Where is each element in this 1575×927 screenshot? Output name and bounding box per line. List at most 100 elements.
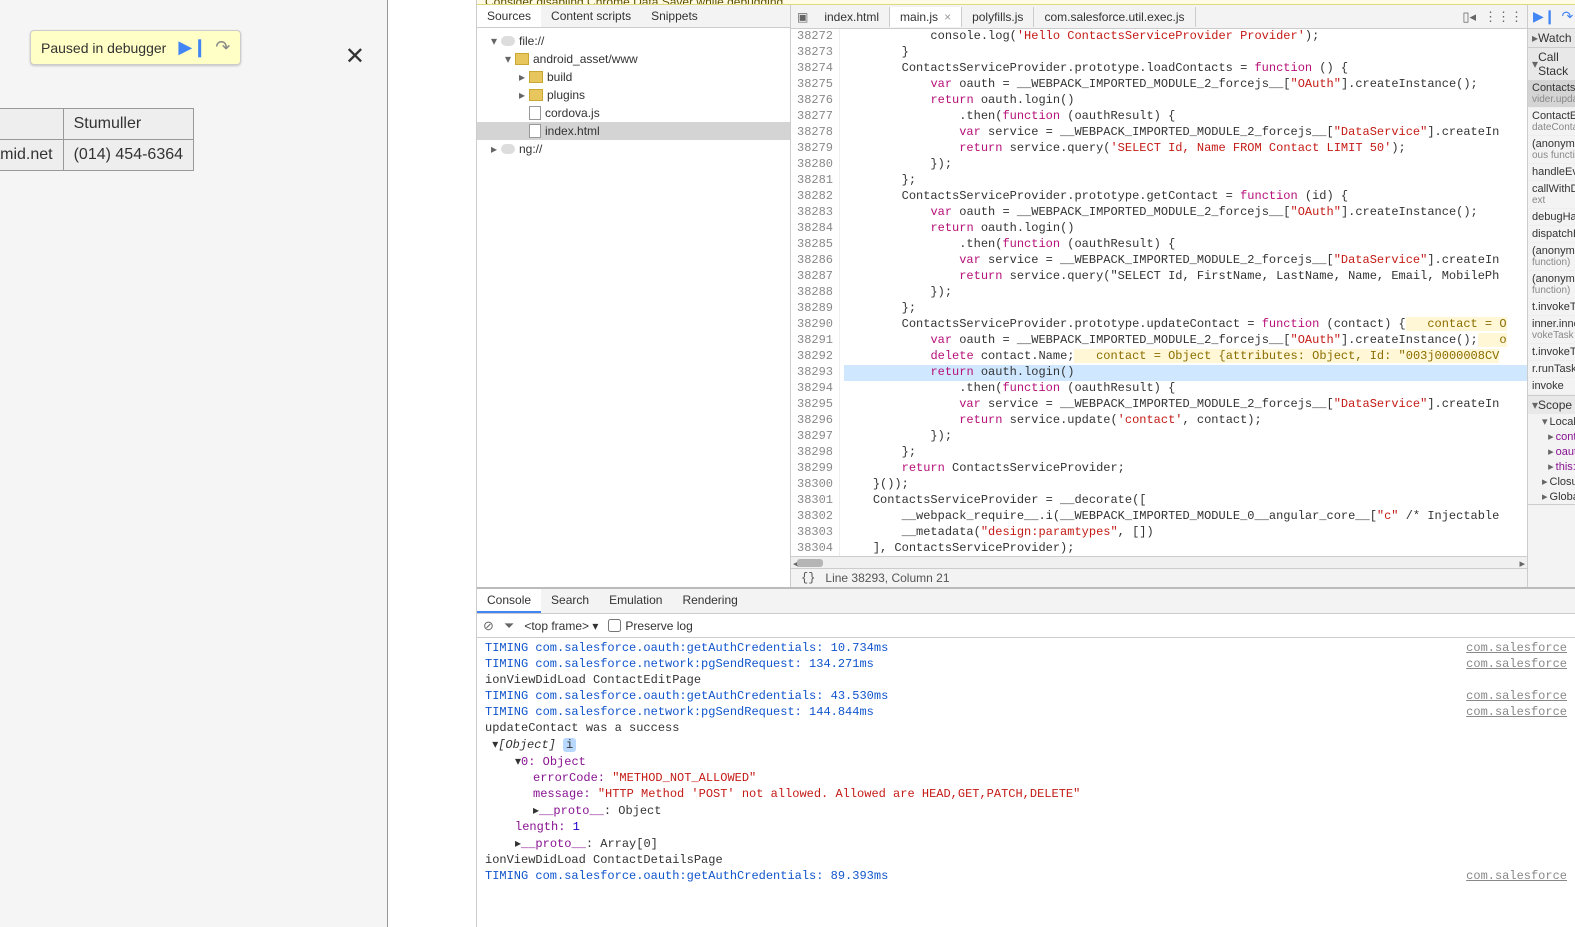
console-line: updateContact was a success [485, 721, 1567, 735]
stack-frame[interactable]: debugHandleEvent [1528, 209, 1575, 226]
file-tab[interactable]: polyfills.js [962, 7, 1034, 27]
source-link[interactable]: com.salesforce [1466, 657, 1567, 671]
callstack-list: ContactsServiceProvidervider.updateConta… [1528, 80, 1575, 395]
file-tab[interactable]: main.js× [890, 7, 962, 27]
console-object-prop[interactable]: ▸__proto__: Object [485, 803, 1567, 818]
console-object-prop: length: 1 [485, 820, 1567, 834]
console-line: TIMING com.salesforce.oauth:getAuthCrede… [485, 689, 1454, 703]
stack-frame[interactable]: (anonymousfunction) [1528, 271, 1575, 299]
console-output[interactable]: TIMING com.salesforce.oauth:getAuthCrede… [477, 638, 1575, 927]
console-object-prop[interactable]: ▸__proto__: Array[0] [485, 836, 1567, 851]
resume-button[interactable]: ▶❙ [178, 37, 207, 58]
console-object-prop: message: "HTTP Method 'POST' not allowed… [485, 787, 1567, 801]
stack-frame[interactable]: dispatchEvent [1528, 226, 1575, 243]
stack-frame[interactable]: (anonymousfunction) [1528, 243, 1575, 271]
source-link[interactable]: com.salesforce [1466, 705, 1567, 719]
tab-snippets[interactable]: Snippets [641, 5, 708, 27]
watch-header[interactable]: ▸Watch [1528, 29, 1575, 47]
scroll-thumb[interactable] [797, 559, 823, 567]
table-row: pyramid.net (014) 454-6364 [0, 140, 194, 171]
stack-frame[interactable]: ContactEditPagedateContact [1528, 108, 1575, 136]
stack-frame[interactable]: ContactsServiceProvidervider.updateConta… [1528, 80, 1575, 108]
stack-frame[interactable]: t.invokeTask [1528, 344, 1575, 361]
tree-item[interactable]: ▾android_asset/www [477, 50, 790, 68]
tab-sources[interactable]: Sources [477, 5, 541, 27]
tree-item[interactable]: cordova.js [477, 104, 790, 122]
gap [388, 0, 476, 927]
tree-item[interactable]: ▸ng:// [477, 140, 790, 158]
console-line: TIMING com.salesforce.network:pgSendRequ… [485, 657, 1454, 671]
file-tabs: ▣ index.html main.js× polyfills.js com.s… [791, 5, 1527, 29]
resume-icon[interactable]: ▶❙ [1533, 8, 1556, 25]
bottom-tabs: Console Search Emulation Rendering [477, 589, 1575, 614]
frame-select[interactable]: <top frame> ▾ [524, 619, 598, 633]
scope-header[interactable]: ▾Scope [1528, 396, 1575, 414]
callstack-header[interactable]: ▾Call Stack [1528, 48, 1575, 80]
stack-frame[interactable]: r.runTask [1528, 361, 1575, 378]
debugger-toolbar: ▶❙ ↷ [1528, 5, 1575, 29]
console-toolbar: ⊘ ⏷ <top frame> ▾ Preserve log [477, 614, 1575, 638]
nav-files-icon[interactable]: ▣ [791, 10, 814, 24]
toggle-sidebar-icon[interactable]: ▯◂ [1462, 9, 1476, 25]
tab-console[interactable]: Console [477, 589, 541, 613]
console-line: TIMING com.salesforce.oauth:getAuthCrede… [485, 869, 1454, 883]
cell [0, 109, 63, 140]
stack-frame[interactable]: inner.inner.fork.invokeTask [1528, 316, 1575, 344]
scope-var[interactable]: ▸contact [1528, 429, 1575, 444]
cell: pyramid.net [0, 140, 63, 171]
filter-icon[interactable]: ⏷ [504, 618, 514, 634]
cloud-icon [501, 144, 515, 154]
editor-pane: ▣ index.html main.js× polyfills.js com.s… [791, 5, 1527, 587]
code-editor[interactable]: 3827238273382743827538276382773827838279… [791, 29, 1527, 556]
stack-frame[interactable]: (anonymousous function) [1528, 136, 1575, 164]
close-icon[interactable]: ✕ [345, 42, 365, 71]
tree-item[interactable]: ▸plugins [477, 86, 790, 104]
code-body[interactable]: console.log('Hello ContactsServiceProvid… [840, 29, 1527, 556]
folder-icon [529, 71, 543, 83]
tab-content-scripts[interactable]: Content scripts [541, 5, 641, 27]
scope-var[interactable]: ▸oauth [1528, 444, 1575, 459]
stack-frame[interactable]: invoke [1528, 378, 1575, 395]
pretty-print-button[interactable]: {} [801, 571, 815, 585]
devtools-panel: Consider disabling Chrome Data Saver whi… [476, 0, 1575, 927]
navigator-tabs: Sources Content scripts Snippets [477, 5, 790, 28]
file-icon [529, 106, 541, 120]
tab-rendering[interactable]: Rendering [672, 589, 747, 613]
editor-nav-icons: ▯◂ ⋮⋮⋮ [1458, 9, 1527, 25]
cell: Stumuller [63, 109, 193, 140]
scroll-right-icon[interactable]: ▸ [1519, 557, 1525, 570]
source-link[interactable]: com.salesforce [1466, 641, 1567, 655]
stack-frame[interactable]: t.invokeTask [1528, 299, 1575, 316]
console-object[interactable]: ▾[Object] i [485, 737, 1567, 752]
scope-closure[interactable]: ▸Closure [1528, 474, 1575, 489]
console-object-item[interactable]: ▾0: Object [485, 754, 1567, 769]
stack-frame[interactable]: callWithDebugContext [1528, 181, 1575, 209]
close-tab-icon[interactable]: × [944, 10, 951, 24]
tab-emulation[interactable]: Emulation [599, 589, 672, 613]
scope-var[interactable]: ▸this: [1528, 459, 1575, 474]
file-tab[interactable]: index.html [814, 7, 890, 27]
file-icon [529, 124, 541, 138]
more-icon[interactable]: ⋮⋮⋮ [1484, 9, 1523, 25]
navigator-pane: Sources Content scripts Snippets ▾file:/… [477, 5, 791, 587]
stack-frame[interactable]: handleEvent [1528, 164, 1575, 181]
step-over-icon[interactable]: ↷ [1562, 8, 1574, 25]
console-line: ionViewDidLoad ContactEditPage [485, 673, 1567, 687]
table-row: Stumuller [0, 109, 194, 140]
h-scrollbar[interactable]: ◂ ▸ [791, 556, 1527, 568]
preserve-log-checkbox[interactable]: Preserve log [608, 619, 692, 633]
clear-console-icon[interactable]: ⊘ [483, 618, 494, 634]
scope-global[interactable]: ▸Global [1528, 489, 1575, 504]
tree-item[interactable]: index.html [477, 122, 790, 140]
tree-item[interactable]: ▸build [477, 68, 790, 86]
console-object-prop: errorCode: "METHOD_NOT_ALLOWED" [485, 771, 1567, 785]
tree-item[interactable]: ▾file:// [477, 32, 790, 50]
step-over-button[interactable]: ↷ [215, 37, 230, 58]
cursor-position: Line 38293, Column 21 [825, 571, 949, 585]
source-link[interactable]: com.salesforce [1466, 689, 1567, 703]
scope-local[interactable]: ▾Local [1528, 414, 1575, 429]
source-link[interactable]: com.salesforce [1466, 869, 1567, 883]
tab-search[interactable]: Search [541, 589, 599, 613]
file-tab[interactable]: com.salesforce.util.exec.js [1034, 7, 1195, 27]
contact-table: Stumuller pyramid.net (014) 454-6364 [0, 108, 194, 171]
